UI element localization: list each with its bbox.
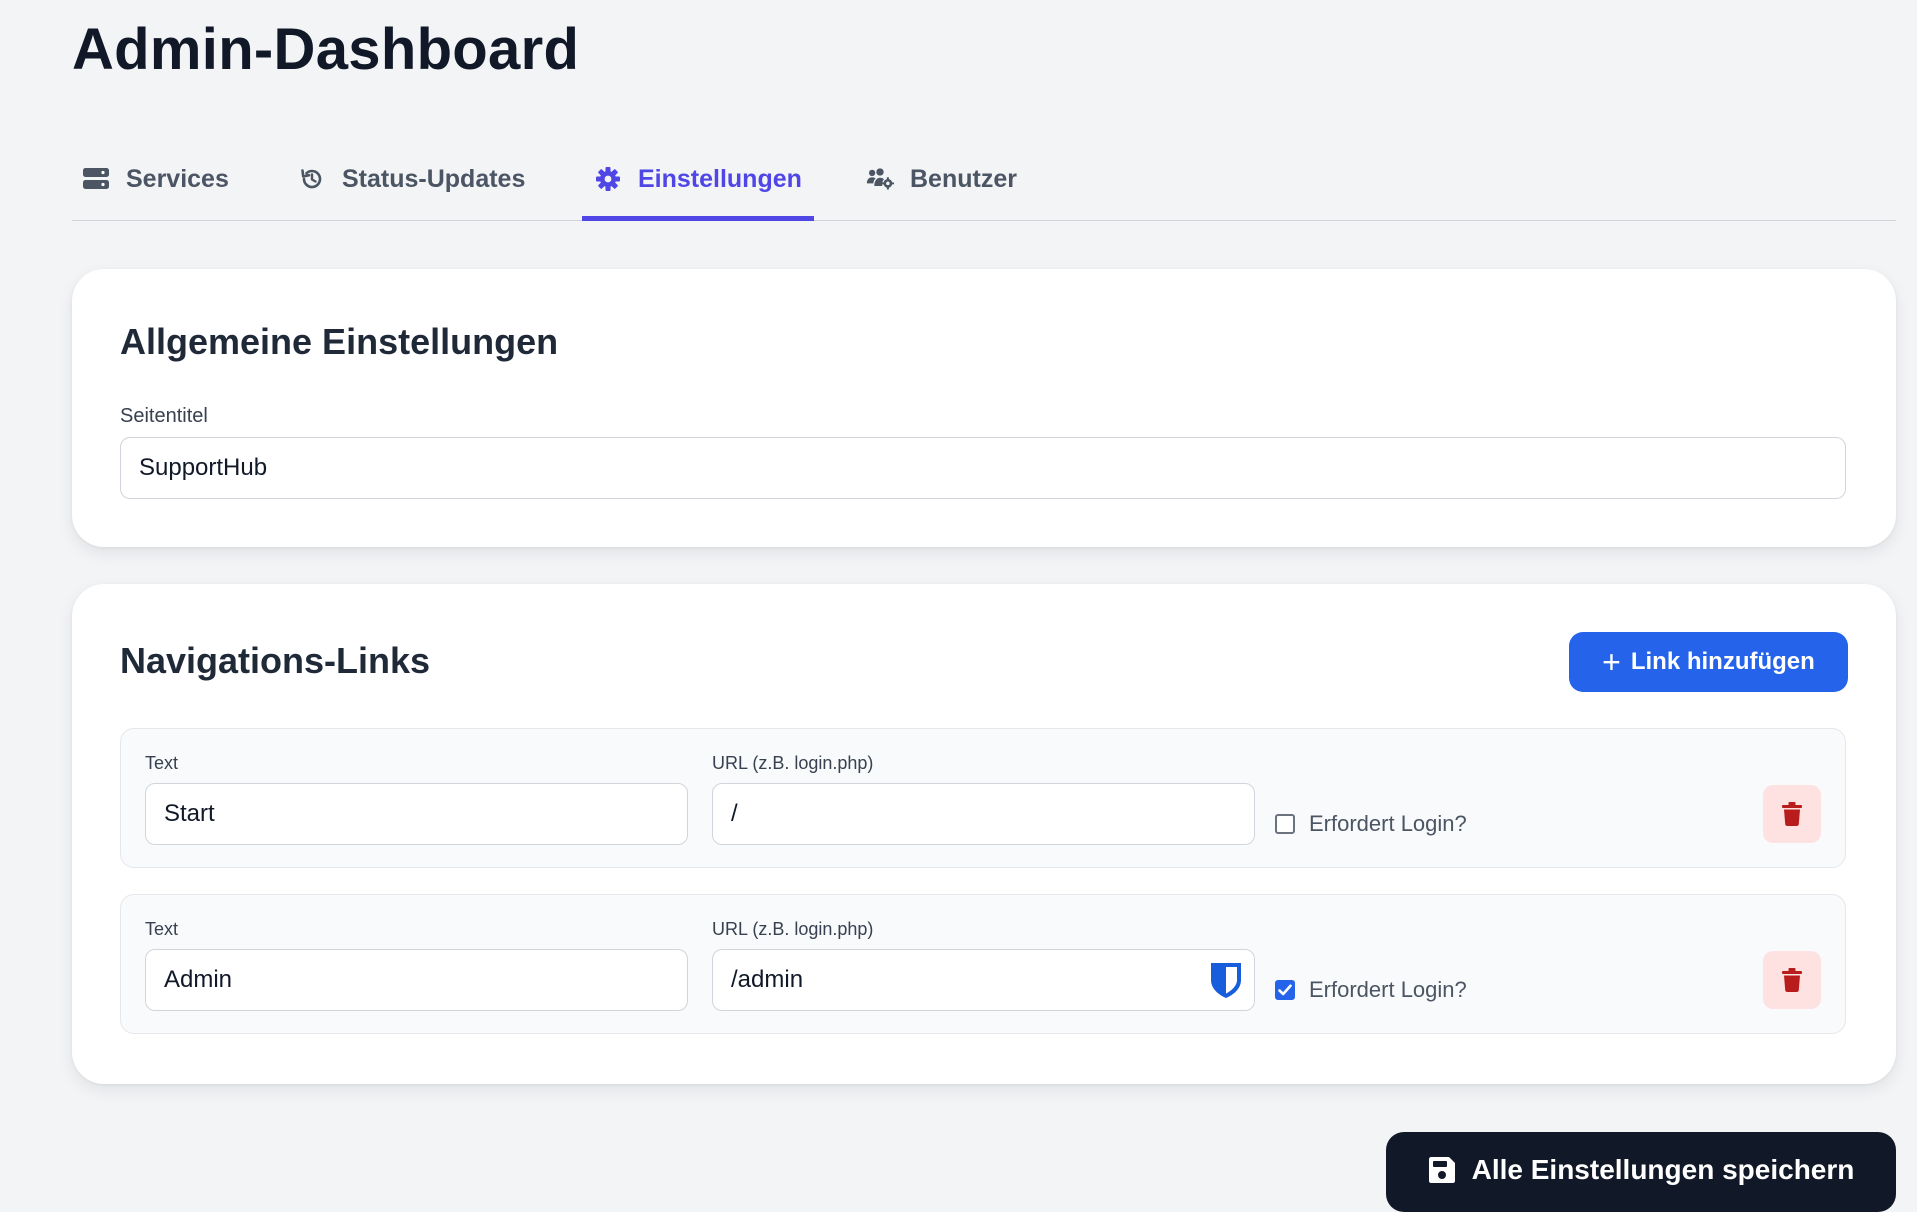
plus-icon: + (1602, 644, 1621, 680)
link-url-input[interactable] (712, 783, 1255, 845)
save-all-settings-label: Alle Einstellungen speichern (1471, 1154, 1855, 1185)
tab-einstellungen[interactable]: Einstellungen (582, 138, 814, 221)
delete-link-button[interactable] (1763, 951, 1821, 1009)
site-title-label: Seitentitel (120, 405, 208, 427)
link-text-input[interactable] (145, 783, 688, 845)
link-url-input[interactable] (712, 949, 1255, 1011)
tab-bar: Services Status-Updates Einstellungen Be… (72, 138, 1896, 221)
tab-benutzer[interactable]: Benutzer (866, 138, 1017, 220)
link-text-label: Text (145, 919, 179, 939)
requires-login-toggle[interactable]: Erfordert Login? (1275, 977, 1467, 1003)
add-link-label: Link hinzufügen (1630, 648, 1815, 675)
password-manager-shield-icon[interactable] (1209, 961, 1243, 999)
link-url-label: URL (z.B. login.php) (712, 919, 874, 939)
general-settings-heading: Allgemeine Einstellungen (120, 321, 559, 362)
server-icon (82, 165, 110, 193)
tab-services[interactable]: Services (82, 138, 229, 220)
requires-login-label: Erfordert Login? (1309, 811, 1467, 836)
requires-login-checkbox[interactable] (1275, 980, 1295, 1000)
general-settings-card: Allgemeine Einstellungen Seitentitel (72, 269, 1896, 547)
tab-services-label: Services (126, 164, 229, 193)
page-title: Admin-Dashboard (72, 17, 580, 82)
link-text-input[interactable] (145, 949, 688, 1011)
tab-status-updates[interactable]: Status-Updates (298, 138, 525, 220)
link-row: Text URL (z.B. login.php) Erfordert Logi… (120, 728, 1846, 868)
tab-status-updates-label: Status-Updates (342, 164, 526, 193)
tab-benutzer-label: Benutzer (910, 164, 1017, 193)
requires-login-toggle[interactable]: Erfordert Login? (1275, 811, 1467, 837)
save-all-settings-button[interactable]: Alle Einstellungen speichern (1386, 1132, 1896, 1212)
link-row: Text URL (z.B. login.php) Erfordert Logi… (120, 894, 1846, 1034)
navigation-links-heading: Navigations-Links (120, 640, 431, 681)
history-icon (298, 165, 326, 193)
users-gear-icon (866, 165, 894, 193)
site-title-input[interactable] (120, 437, 1846, 499)
checkmark-icon (1278, 984, 1292, 996)
tab-einstellungen-label: Einstellungen (638, 164, 802, 193)
navigation-links-card: Navigations-Links + Link hinzufügen Text… (72, 584, 1896, 1084)
gear-icon (594, 165, 622, 193)
link-text-label: Text (145, 753, 179, 773)
add-link-button[interactable]: + Link hinzufügen (1569, 632, 1848, 692)
requires-login-checkbox[interactable] (1275, 814, 1295, 834)
floppy-disk-icon (1428, 1157, 1455, 1183)
delete-link-button[interactable] (1763, 785, 1821, 843)
trash-icon (1782, 968, 1802, 992)
trash-icon (1782, 802, 1802, 826)
link-url-label: URL (z.B. login.php) (712, 753, 874, 773)
requires-login-label: Erfordert Login? (1309, 977, 1467, 1002)
link-url-field (712, 949, 1255, 1011)
